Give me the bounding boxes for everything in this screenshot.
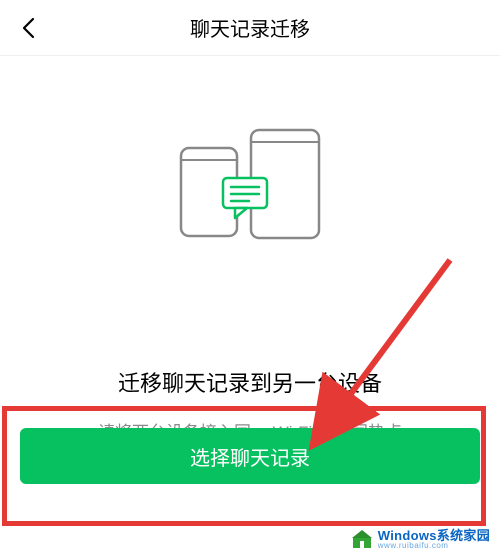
watermark-logo-icon	[350, 527, 374, 551]
main-heading: 迁移聊天记录到另一台设备	[0, 366, 500, 398]
page-title: 聊天记录迁移	[190, 13, 310, 42]
watermark-brand: Windows系统家园	[378, 529, 490, 542]
watermark-url: www.ruibaifu.com	[378, 542, 490, 550]
watermark-text: Windows系统家园 www.ruibaifu.com	[378, 529, 490, 550]
navbar: 聊天记录迁移	[0, 0, 500, 56]
back-button[interactable]	[14, 14, 42, 42]
hero-illustration	[0, 126, 500, 246]
phone-transfer-icon	[165, 126, 335, 246]
watermark: Windows系统家园 www.ruibaifu.com	[346, 526, 494, 552]
cta-container: 选择聊天记录	[20, 428, 480, 484]
chevron-left-icon	[21, 17, 35, 39]
select-chat-records-button[interactable]: 选择聊天记录	[20, 428, 480, 484]
